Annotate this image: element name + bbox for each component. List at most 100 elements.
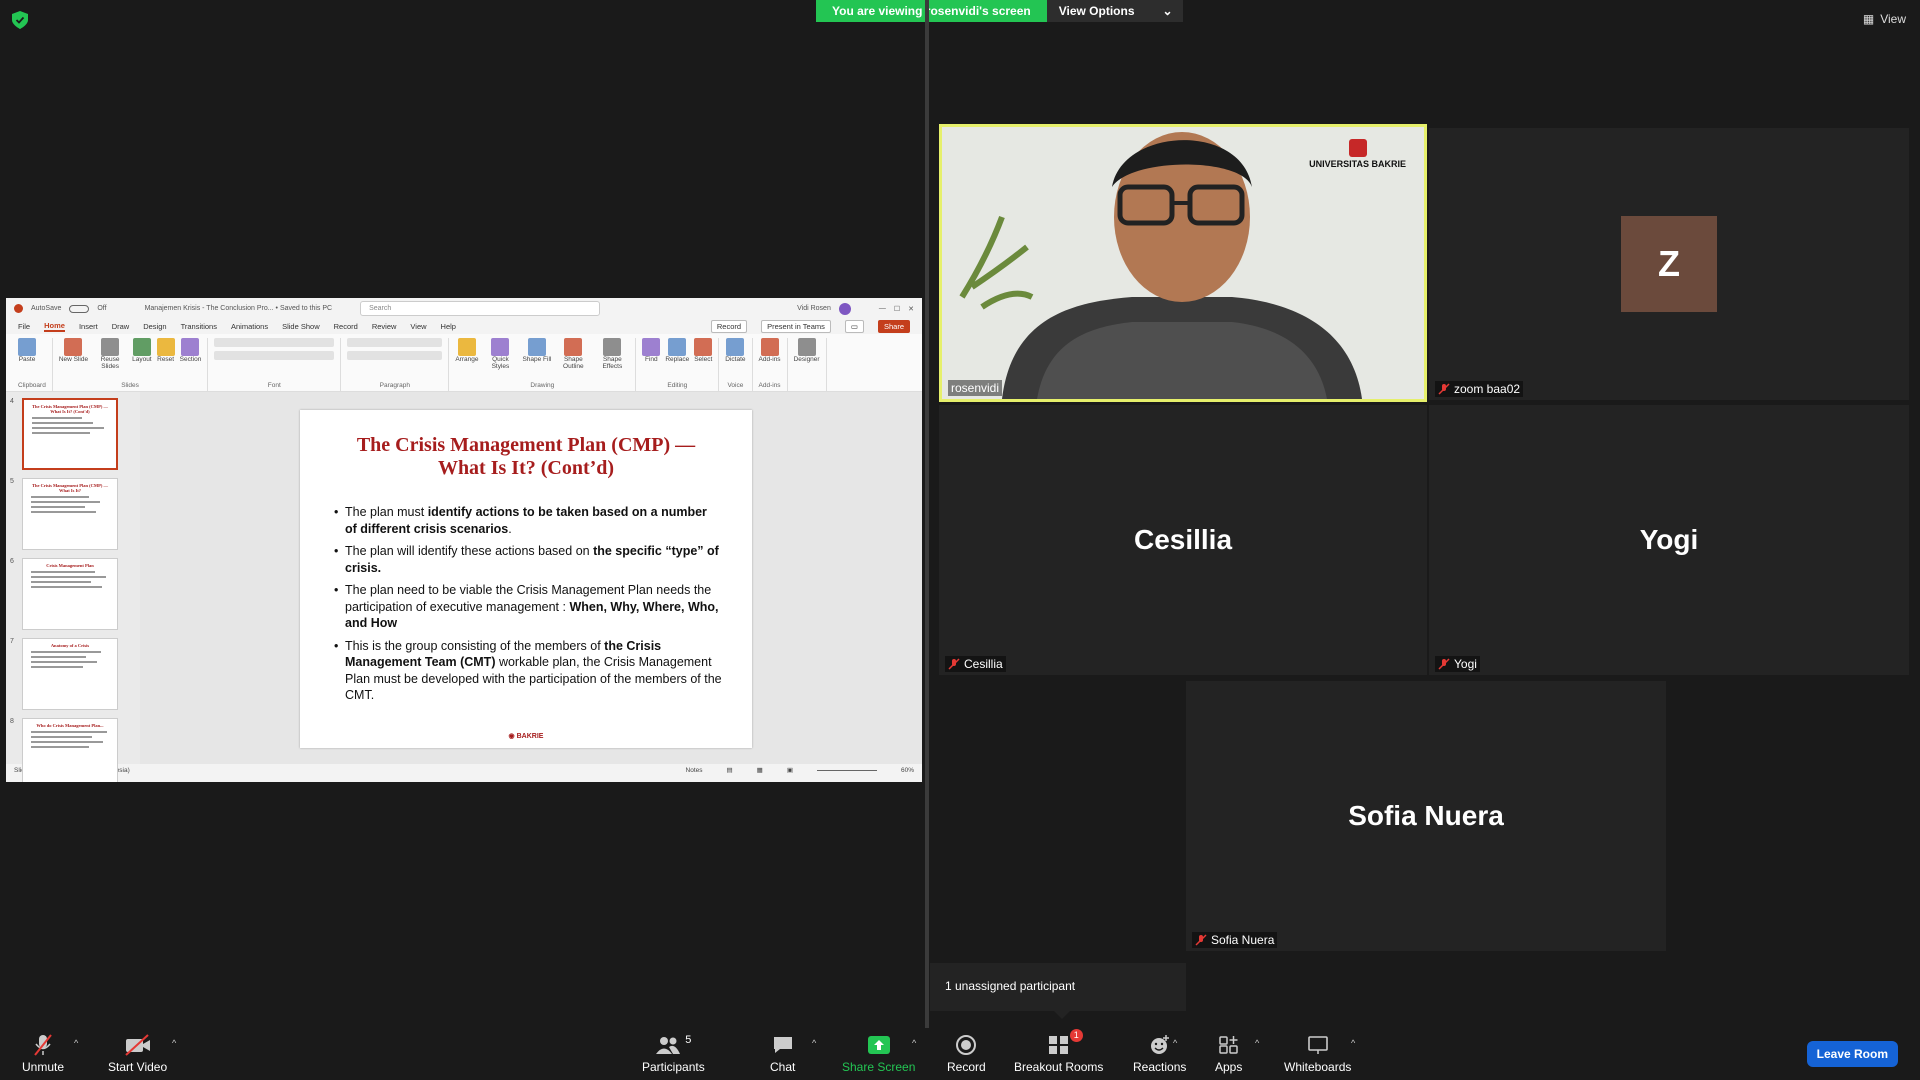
video-tile-yogi[interactable]: Yogi Yogi <box>1429 405 1909 675</box>
ribbon-control-row[interactable] <box>214 338 335 347</box>
record-button[interactable]: Record <box>947 1032 986 1074</box>
reading-view-icon[interactable]: ▣ <box>787 766 793 774</box>
present-in-teams-button[interactable]: Present in Teams <box>761 320 831 333</box>
ribbon-tab-record[interactable]: Record <box>334 322 358 331</box>
ribbon-group-designer: Designer <box>788 338 827 391</box>
ribbon-replace-button[interactable]: Replace <box>665 338 689 363</box>
split-view-divider[interactable] <box>925 0 929 1028</box>
ribbon-controls[interactable] <box>214 338 335 360</box>
whiteboards-options-caret-icon[interactable]: ^ <box>1351 1038 1355 1048</box>
video-tile-rosenvidi[interactable]: UNIVERSITAS BAKRIE rosenvidi <box>939 124 1427 402</box>
security-shield-icon[interactable] <box>12 11 28 29</box>
zoom-level[interactable]: 60% <box>901 767 914 774</box>
ribbon-controls[interactable] <box>347 338 443 360</box>
slide-thumbnail[interactable]: 7 Anatomy of a Crisis <box>10 638 140 710</box>
chat-button[interactable]: Chat <box>770 1032 795 1074</box>
ribbon-shape-effects-button[interactable]: Shape Effects <box>595 338 629 370</box>
slide-thumbnail[interactable]: 6 Crisis Management Plan <box>10 558 140 630</box>
reuse-slides-icon <box>101 338 120 356</box>
close-icon[interactable]: ✕ <box>908 305 914 313</box>
ppt-search-input[interactable]: Search <box>360 301 601 316</box>
minimize-icon[interactable]: — <box>879 305 886 312</box>
ribbon-tab-help[interactable]: Help <box>441 322 456 331</box>
autosave-state: Off <box>97 305 107 312</box>
ribbon-tabs: File Home Insert Draw Design Transitions Anima… <box>6 319 922 334</box>
whiteboards-button[interactable]: Whiteboards <box>1284 1032 1351 1074</box>
ribbon-paste-button[interactable]: Paste <box>18 338 36 363</box>
ribbon-select-button[interactable]: Select <box>694 338 712 363</box>
ribbon-control-row[interactable] <box>214 351 335 360</box>
view-button[interactable]: ▦ View <box>1863 12 1906 26</box>
ribbon-tab-review[interactable]: Review <box>372 322 397 331</box>
video-tile-cesillia[interactable]: Cesillia Cesillia <box>939 405 1427 675</box>
participants-button[interactable]: 5 Participants <box>642 1032 705 1074</box>
zoom-slider[interactable] <box>816 769 877 771</box>
thumbnail-text-line <box>32 427 105 429</box>
ribbon-tab-home[interactable]: Home <box>44 321 65 332</box>
slide-thumbnail[interactable]: 5 The Crisis Management Plan (CMP) — What… <box>10 478 140 550</box>
slide-sorter-icon[interactable]: ▦ <box>757 766 763 774</box>
ribbon-reuse-slides-button[interactable]: Reuse Slides <box>93 338 127 370</box>
reactions-button[interactable]: Reactions <box>1133 1032 1186 1074</box>
autosave-toggle[interactable] <box>69 304 90 313</box>
slide-thumbnail[interactable]: 4 The Crisis Management Plan (CMP) — What… <box>10 398 140 470</box>
share-screen-button[interactable]: Share Screen <box>842 1032 915 1074</box>
start-video-button[interactable]: Start Video <box>108 1032 167 1074</box>
view-options-button[interactable]: View Options ⌄ <box>1046 0 1183 22</box>
ribbon-group-label: Voice <box>727 382 744 389</box>
ribbon-find-button[interactable]: Find <box>642 338 661 363</box>
slide-thumbnail[interactable]: 8 Who do Crisis Management Plan... <box>10 718 140 782</box>
ribbon-tab-design[interactable]: Design <box>143 322 166 331</box>
ribbon-section-button[interactable]: Section <box>180 338 201 363</box>
arrange-icon <box>457 338 476 356</box>
ribbon-layout-button[interactable]: Layout <box>132 338 152 363</box>
ribbon-new-slide-button[interactable]: New Slide <box>59 338 88 363</box>
ribbon-arrange-button[interactable]: Arrange <box>455 338 478 363</box>
comments-icon[interactable]: ▭ <box>844 320 864 333</box>
ribbon-quick-styles-button[interactable]: Quick Styles <box>483 338 517 370</box>
ribbon-group-label: Drawing <box>530 382 555 389</box>
share-options-caret-icon[interactable]: ^ <box>912 1038 916 1048</box>
breakout-rooms-button[interactable]: 1 Breakout Rooms <box>1014 1029 1103 1074</box>
apps-options-caret-icon[interactable]: ^ <box>1255 1038 1259 1048</box>
maximize-icon[interactable]: ☐ <box>894 305 900 313</box>
ribbon-reset-button[interactable]: Reset <box>156 338 175 363</box>
ribbon-tab-insert[interactable]: Insert <box>79 322 98 331</box>
ribbon-shape-fill-button[interactable]: Shape Fill <box>522 338 551 363</box>
reactions-options-caret-icon[interactable]: ^ <box>1173 1038 1177 1048</box>
ribbon-group-label: Slides <box>121 382 139 389</box>
share-button[interactable]: Share <box>877 320 910 333</box>
ribbon-tab-transitions[interactable]: Transitions <box>181 322 217 331</box>
participant-display-name: Cesillia <box>1133 524 1233 555</box>
participant-name-label: Yogi <box>1435 656 1480 672</box>
ribbon-control-row[interactable] <box>347 351 443 360</box>
notes-button[interactable]: Notes <box>686 767 703 774</box>
ribbon-tab-slide-show[interactable]: Slide Show <box>282 322 320 331</box>
ribbon-designer-button[interactable]: Designer <box>794 338 820 363</box>
ribbon-tab-file[interactable]: File <box>18 322 30 331</box>
slide-thumbnail-preview: The Crisis Management Plan (CMP) — What … <box>22 478 118 550</box>
ribbon-shape-outline-button[interactable]: Shape Outline <box>556 338 590 370</box>
ppt-user-avatar[interactable] <box>838 302 851 315</box>
layout-icon <box>132 338 151 356</box>
unmute-button[interactable]: Unmute <box>22 1032 64 1074</box>
thumbnail-text-line <box>32 432 90 434</box>
video-options-caret-icon[interactable]: ^ <box>172 1038 176 1048</box>
ribbon-control-row[interactable] <box>347 338 443 347</box>
ribbon-tab-draw[interactable]: Draw <box>112 322 130 331</box>
current-slide[interactable]: The Crisis Management Plan (CMP) — What … <box>300 410 752 748</box>
video-tile-zoom-baa02[interactable]: Z zoom baa02 <box>1429 128 1909 400</box>
leave-room-button[interactable]: Leave Room <box>1806 1041 1898 1067</box>
ribbon-group-voice: Dictate Voice <box>719 338 753 391</box>
record-button[interactable]: Record <box>710 320 748 333</box>
unassigned-participant-tooltip[interactable]: 1 unassigned participant <box>930 963 1186 1019</box>
audio-options-caret-icon[interactable]: ^ <box>74 1038 78 1048</box>
ribbon-tab-view[interactable]: View <box>410 322 426 331</box>
apps-button[interactable]: Apps <box>1215 1032 1242 1074</box>
chat-options-caret-icon[interactable]: ^ <box>812 1038 816 1048</box>
video-tile-sofia-nuera[interactable]: Sofia Nuera Sofia Nuera <box>1186 681 1666 951</box>
ribbon-tab-animations[interactable]: Animations <box>231 322 268 331</box>
ribbon-add-ins-button[interactable]: Add-ins <box>759 338 781 363</box>
normal-view-icon[interactable]: ▤ <box>727 766 733 774</box>
ribbon-dictate-button[interactable]: Dictate <box>725 338 746 363</box>
